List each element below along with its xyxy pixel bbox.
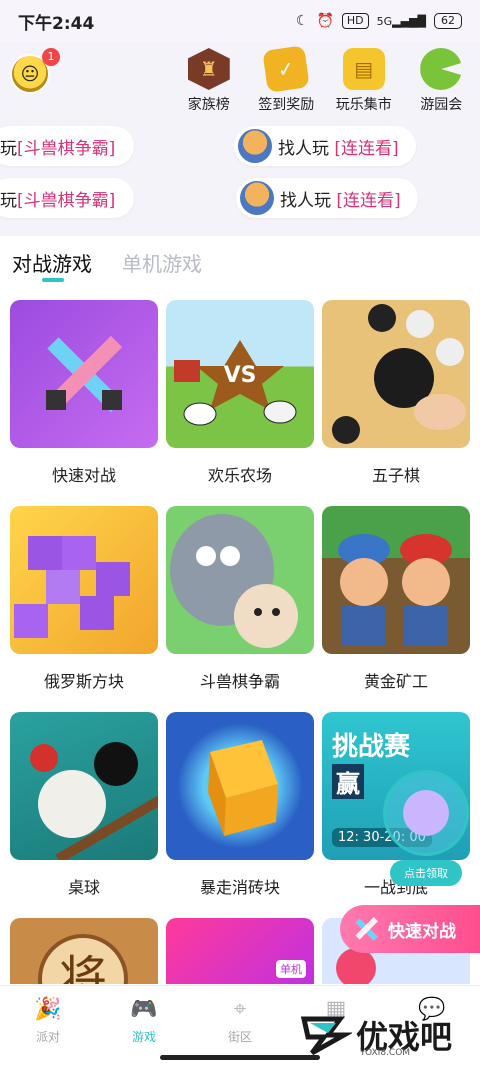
game-gomoku[interactable]: 五子棋 <box>322 300 470 486</box>
status-icons: ☾ ⏰ HD 5G▂▄▆█ 62 <box>296 13 462 29</box>
game-thumb: 将 <box>10 918 158 984</box>
menu-item-garden[interactable]: 游园会 <box>403 48 480 114</box>
signal-icon: 5G▂▄▆█ <box>376 14 426 28</box>
game-thumb <box>166 506 314 654</box>
watermark-sub: YOXI8.COM <box>360 1048 411 1058</box>
brick-art <box>208 740 278 836</box>
find-avatar-icon <box>240 181 274 215</box>
battery-icon: 62 <box>434 13 462 29</box>
crossed-swords-icon <box>46 335 123 413</box>
party-icon: 🎉 <box>34 996 62 1022</box>
challenge-title: 挑战赛 <box>332 732 411 762</box>
find-card-4[interactable]: 找人玩 [连连看] <box>236 178 418 218</box>
home-indicator <box>160 1055 320 1060</box>
game-tile-card[interactable]: 单机 <box>166 918 314 984</box>
blocks-art <box>14 536 130 638</box>
game-quick-fight[interactable]: 快速对战 <box>10 300 158 486</box>
menu-item-market[interactable]: ▤ 玩乐集市 <box>325 48 403 114</box>
game-tetris[interactable]: 俄罗斯方块 <box>10 506 158 692</box>
svg-text:VS: VS <box>224 363 257 388</box>
gomoku-art <box>332 304 466 444</box>
game-brick-breaker[interactable]: 暴走消砖块 <box>166 712 314 898</box>
game-thumb <box>10 506 158 654</box>
alarm-icon: ⏰ <box>316 13 334 29</box>
menu-item-family-rank[interactable]: ♜ 家族榜 <box>170 48 248 114</box>
game-happy-farm[interactable]: VS 欢乐农场 <box>166 300 314 486</box>
game-thumb <box>10 712 158 860</box>
checkin-reward-icon: ✓ <box>262 45 310 93</box>
chess-piece-icon: 将 <box>38 934 128 984</box>
family-rank-icon: ♜ <box>187 48 230 90</box>
status-bar: 下午2:44 ☾ ⏰ HD 5G▂▄▆█ 62 <box>0 0 480 42</box>
status-time: 下午2:44 <box>18 13 95 34</box>
menu-item-checkin[interactable]: ✓ 签到奖励 <box>248 45 326 114</box>
game-thumb: VS <box>166 300 314 448</box>
game-thumb <box>166 712 314 860</box>
watermark-logo <box>300 1016 352 1056</box>
game-gold-miner[interactable]: 黄金矿工 <box>322 506 470 692</box>
find-card-1[interactable]: 玩 [斗兽棋争霸] <box>0 126 134 166</box>
ball-icon <box>336 948 376 984</box>
challenge-subtitle: 赢 <box>332 764 364 799</box>
claim-button[interactable]: 点击领取 <box>390 860 462 886</box>
location-icon: ⌖ <box>233 996 247 1022</box>
animal-chess-art <box>170 514 298 648</box>
game-tabs: 对战游戏 单机游戏 <box>0 236 480 292</box>
hd-icon: HD <box>341 13 369 29</box>
game-xiangqi[interactable]: 将 <box>10 918 158 984</box>
game-thumb <box>322 506 470 654</box>
game-animal-chess[interactable]: 斗兽棋争霸 <box>166 506 314 692</box>
find-avatar-icon <box>238 129 272 163</box>
tab-indicator <box>42 278 64 282</box>
miners-art <box>338 534 452 646</box>
tab-single[interactable]: 单机游戏 <box>122 248 202 277</box>
quick-menu: ♜ 家族榜 ✓ 签到奖励 ▤ 玩乐集市 游园会 <box>170 45 480 114</box>
farm-vs-art: VS <box>174 340 297 426</box>
game-thumb: 单机 <box>166 918 314 984</box>
game-thumb <box>322 300 470 448</box>
pacman-icon <box>420 48 463 90</box>
game-icon: 🎮 <box>130 996 158 1022</box>
nav-party[interactable]: 🎉 派对 <box>0 986 96 1067</box>
billiards-art <box>30 742 158 860</box>
moon-icon: ☾ <box>295 13 309 29</box>
find-card-3[interactable]: 玩 [斗兽棋争霸] <box>0 178 134 218</box>
find-card-2[interactable]: 找人玩 [连连看] <box>234 126 416 166</box>
market-icon: ▤ <box>342 48 385 90</box>
header-area: 😐 1 ♜ 家族榜 ✓ 签到奖励 ▤ 玩乐集市 游园会 玩 [斗兽棋争霸] 找人玩… <box>0 42 480 236</box>
game-billiards[interactable]: 桌球 <box>10 712 158 898</box>
gift-orb[interactable] <box>383 770 469 856</box>
notification-badge: 1 <box>42 48 60 66</box>
quick-fight-button[interactable]: 快速对战 <box>340 905 480 953</box>
tab-versus[interactable]: 对战游戏 <box>12 248 92 277</box>
game-thumb <box>10 300 158 448</box>
single-badge: 单机 <box>276 960 306 978</box>
crossed-swords-icon <box>355 916 379 942</box>
